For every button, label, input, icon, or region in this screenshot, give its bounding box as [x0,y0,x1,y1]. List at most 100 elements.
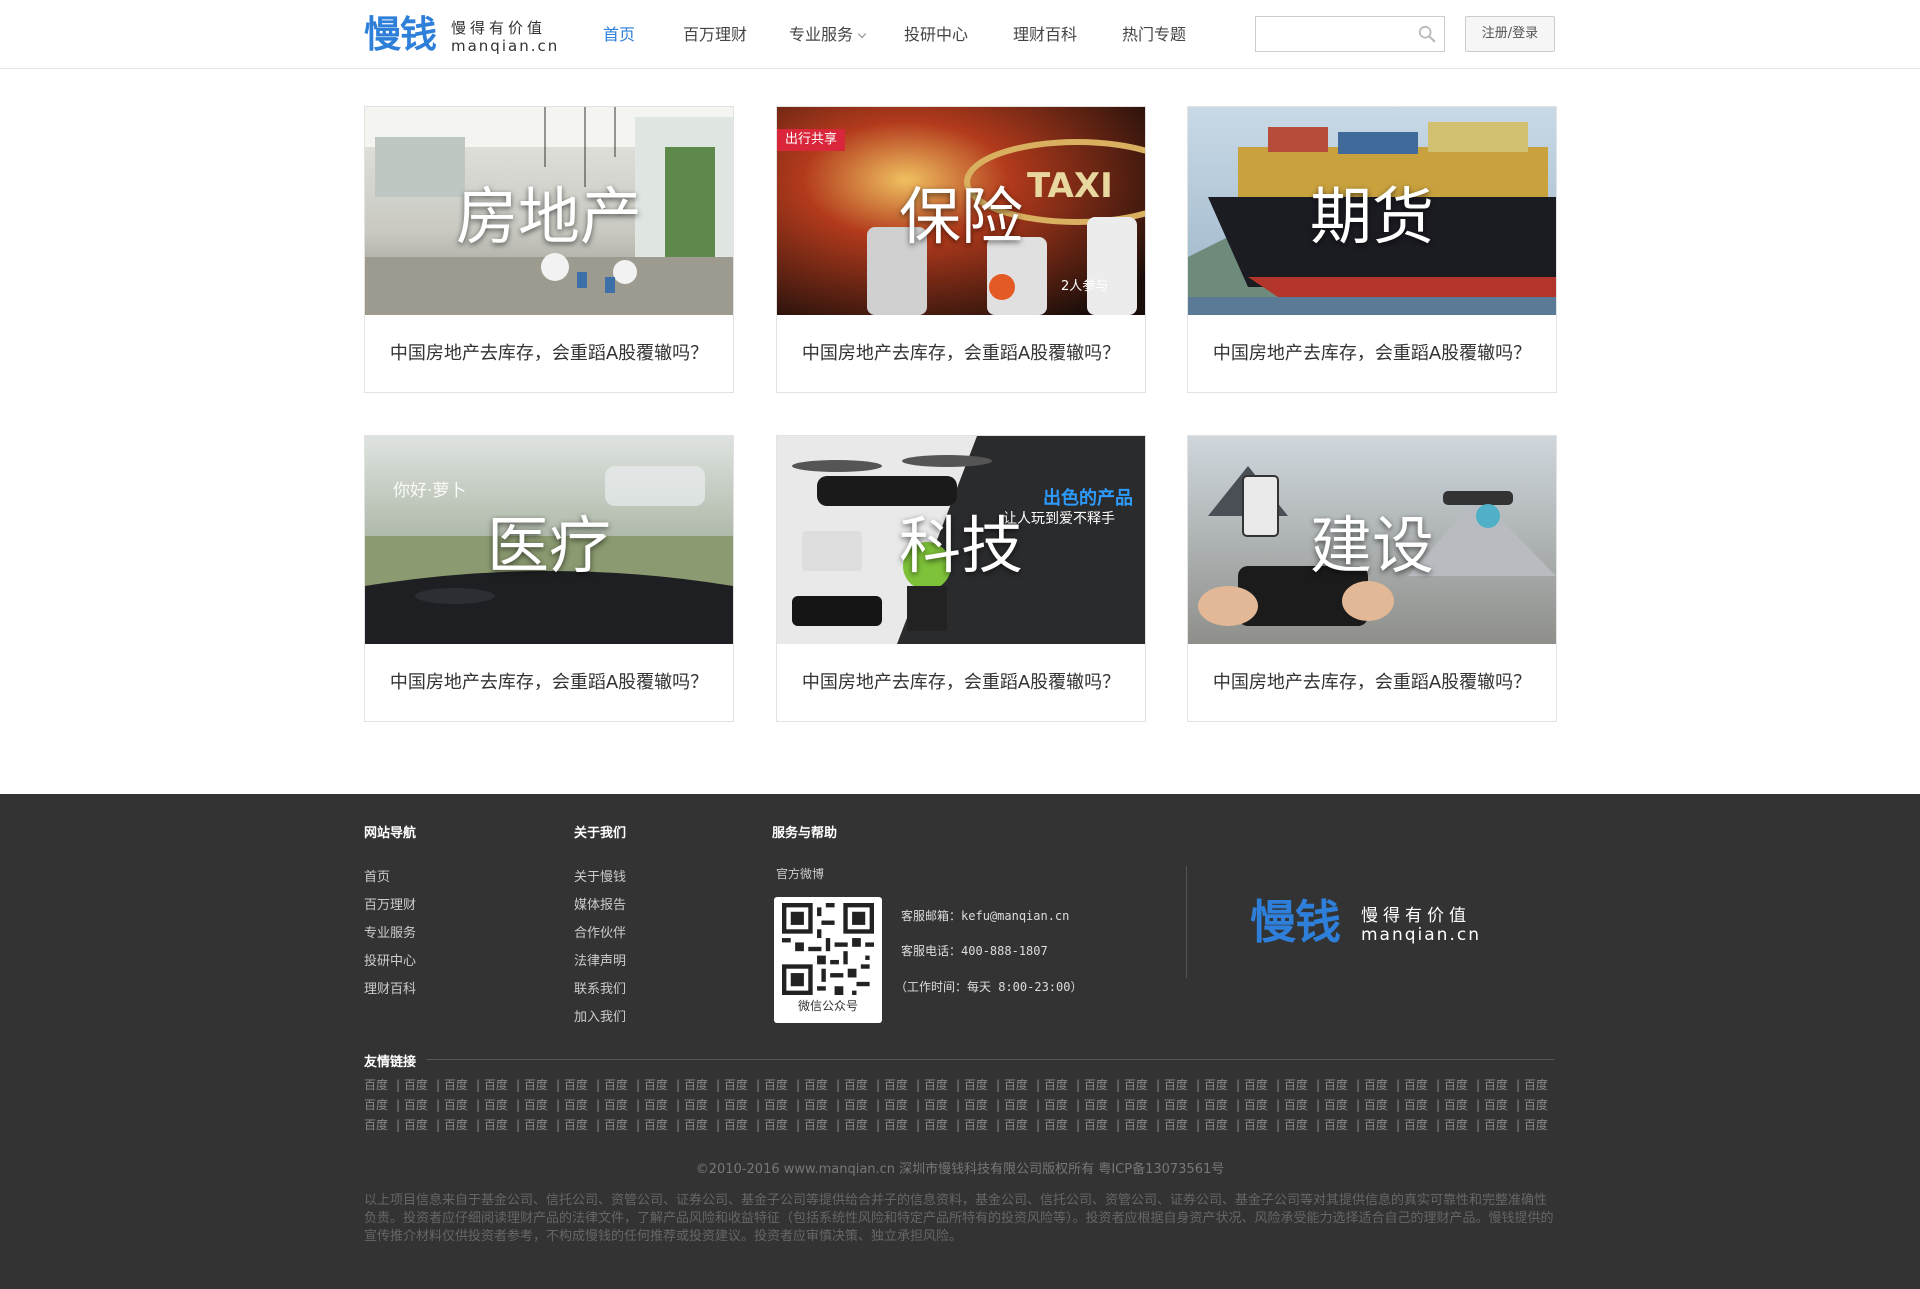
site-logo[interactable]: 慢钱 慢得有价值 manqian.cn [364,13,564,57]
friend-link[interactable]: | 百度 [836,1096,876,1113]
register-login-button[interactable]: 注册/登录 [1465,16,1555,52]
friend-link[interactable]: | 百度 [556,1076,596,1093]
topic-card-insurance[interactable]: TAXI 出行共享 2人参与 保险 中国房地产去库存，会重蹈A股覆辙吗？ [776,106,1146,393]
friend-link[interactable]: | 百度 [1196,1116,1236,1133]
friend-link[interactable]: | 百度 [396,1096,436,1113]
friend-link[interactable]: | 百度 [676,1116,716,1133]
nav-hot-topics[interactable]: 热门专题 [1122,0,1186,69]
friend-link[interactable]: | 百度 [556,1116,596,1133]
friend-link[interactable]: | 百度 [916,1116,956,1133]
friend-link[interactable]: | 百度 [1276,1116,1316,1133]
friend-link[interactable]: | 百度 [796,1076,836,1093]
friend-link[interactable]: | 百度 [476,1116,516,1133]
friend-link[interactable]: | 百度 [1236,1076,1276,1093]
footer-about-link[interactable]: 法律声明 [574,950,626,969]
nav-research-center[interactable]: 投研中心 [904,0,968,69]
friend-link[interactable]: | 百度 [1036,1076,1076,1093]
friend-link[interactable]: | 百度 [756,1096,796,1113]
friend-link[interactable]: | 百度 [1076,1076,1116,1093]
friend-link[interactable]: | 百度 [956,1116,996,1133]
friend-link[interactable]: 百度 [364,1116,396,1133]
friend-link[interactable]: | 百度 [996,1076,1036,1093]
friend-link[interactable]: | 百度 [1316,1076,1356,1093]
friend-link[interactable]: | 百度 [436,1096,476,1113]
friend-link[interactable]: | 百度 [1156,1076,1196,1093]
footer-about-link[interactable]: 关于慢钱 [574,866,626,885]
friend-link[interactable]: | 百度 [796,1116,836,1133]
friend-link[interactable]: | 百度 [396,1076,436,1093]
friend-link[interactable]: | 百度 [996,1116,1036,1133]
friend-link[interactable]: | 百度 [1196,1076,1236,1093]
friend-link[interactable]: | 百度 [636,1116,676,1133]
friend-link[interactable]: | 百度 [1156,1116,1196,1133]
friend-link[interactable]: | 百度 [676,1076,716,1093]
friend-link[interactable]: | 百度 [716,1076,756,1093]
friend-link[interactable]: | 百度 [476,1096,516,1113]
friend-link[interactable]: 百度 [364,1076,396,1093]
friend-link[interactable]: | 百度 [1436,1116,1476,1133]
topic-card-construction[interactable]: 建设 中国房地产去库存，会重蹈A股覆辙吗？ [1187,435,1557,722]
friend-link[interactable]: | 百度 [676,1096,716,1113]
footer-about-link[interactable]: 合作伙伴 [574,922,626,941]
friend-link[interactable]: | 百度 [836,1076,876,1093]
friend-link[interactable]: | 百度 [1396,1096,1436,1113]
friend-link[interactable]: | 百度 [1116,1076,1156,1093]
friend-link[interactable]: | 百度 [716,1116,756,1133]
nav-professional-services[interactable]: 专业服务 [789,0,867,69]
friend-link[interactable]: | 百度 [1076,1096,1116,1113]
footer-about-link[interactable]: 媒体报告 [574,894,626,913]
footer-about-link[interactable]: 联系我们 [574,978,626,997]
friend-link[interactable]: | 百度 [1036,1116,1076,1133]
friend-link[interactable]: | 百度 [876,1096,916,1113]
friend-link[interactable]: | 百度 [436,1076,476,1093]
official-weibo-link[interactable]: 官方微博 [776,865,824,882]
friend-link[interactable]: | 百度 [1356,1116,1396,1133]
friend-link[interactable]: | 百度 [1116,1096,1156,1113]
footer-nav-link[interactable]: 理财百科 [364,978,416,997]
topic-card-technology[interactable]: 出色的产品 让人玩到爱不释手 科技 中国房地产去库存，会重蹈A股覆辙吗？ [776,435,1146,722]
friend-link[interactable]: | 百度 [556,1096,596,1113]
friend-link[interactable]: | 百度 [756,1116,796,1133]
friend-link[interactable]: | 百度 [1116,1116,1156,1133]
footer-nav-link[interactable]: 首页 [364,866,390,885]
footer-nav-link[interactable]: 专业服务 [364,922,416,941]
friend-link[interactable]: | 百度 [476,1076,516,1093]
friend-link[interactable]: | 百度 [1476,1096,1516,1113]
friend-link[interactable]: | 百度 [796,1096,836,1113]
friend-link[interactable]: | 百度 [436,1116,476,1133]
friend-link[interactable]: | 百度 [1236,1116,1276,1133]
friend-link[interactable]: | 百度 [1276,1076,1316,1093]
friend-link[interactable]: | 百度 [636,1096,676,1113]
friend-link[interactable]: | 百度 [1236,1096,1276,1113]
friend-link[interactable]: | 百度 [1356,1076,1396,1093]
friend-link[interactable]: | 百度 [1436,1076,1476,1093]
friend-link[interactable]: | 百度 [1156,1096,1196,1113]
friend-link[interactable]: | 百度 [1396,1076,1436,1093]
friend-link[interactable]: | 百度 [1076,1116,1116,1133]
friend-link[interactable]: | 百度 [596,1076,636,1093]
friend-link[interactable]: | 百度 [1476,1116,1516,1133]
friend-link[interactable]: | 百度 [516,1116,556,1133]
friend-link[interactable]: | 百度 [916,1096,956,1113]
footer-nav-link[interactable]: 投研中心 [364,950,416,969]
friend-link[interactable]: | 百度 [956,1076,996,1093]
friend-link[interactable]: | 百度 [916,1076,956,1093]
friend-link[interactable]: | 百度 [1196,1096,1236,1113]
friend-link[interactable]: | 百度 [1356,1096,1396,1113]
topic-card-real-estate[interactable]: 房地产 中国房地产去库存，会重蹈A股覆辙吗？ [364,106,734,393]
footer-about-link[interactable]: 加入我们 [574,1006,626,1025]
nav-million-wealth[interactable]: 百万理财 [683,0,747,69]
friend-link[interactable]: | 百度 [1436,1096,1476,1113]
friend-link[interactable]: | 百度 [1476,1076,1516,1093]
friend-link[interactable]: | 百度 [1516,1096,1556,1113]
friend-link[interactable]: | 百度 [996,1096,1036,1113]
footer-nav-link[interactable]: 百万理财 [364,894,416,913]
friend-link[interactable]: | 百度 [516,1076,556,1093]
search-input[interactable] [1256,17,1416,51]
friend-link[interactable]: | 百度 [1396,1116,1436,1133]
friend-link[interactable]: | 百度 [1516,1116,1556,1133]
friend-link[interactable]: | 百度 [756,1076,796,1093]
friend-link[interactable]: | 百度 [716,1096,756,1113]
search-icon[interactable] [1418,25,1436,43]
friend-link[interactable]: | 百度 [956,1096,996,1113]
